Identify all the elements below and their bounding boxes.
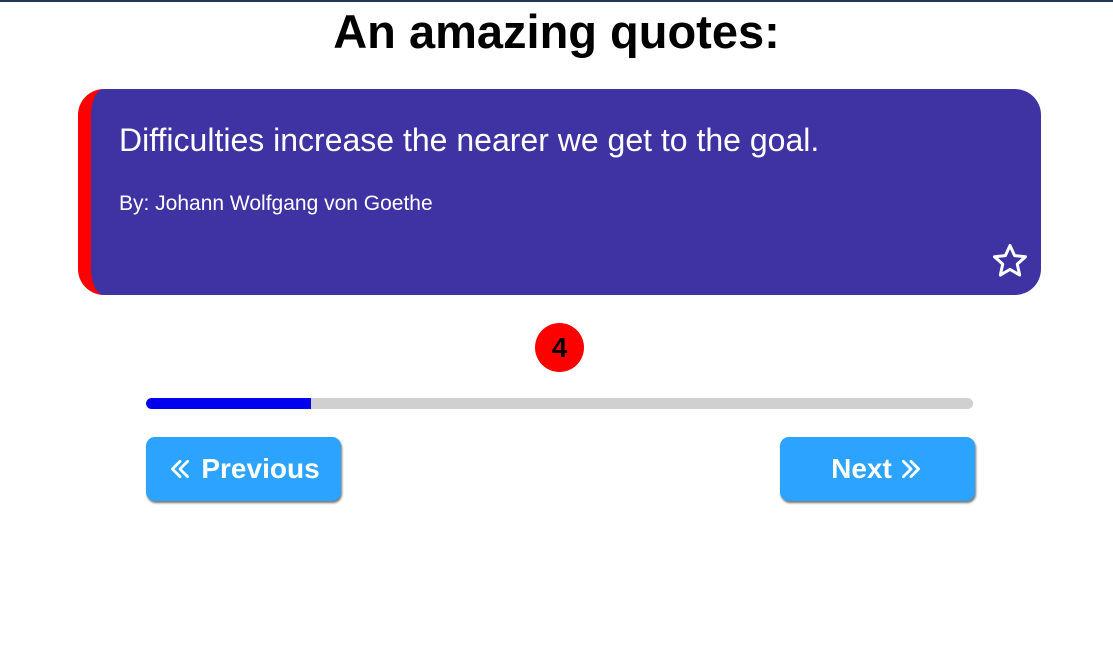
next-button-label: Next [831,453,892,484]
page-title: An amazing quotes: [333,5,780,58]
quote-text: Difficulties increase the nearer we get … [119,122,820,158]
progress-fill [146,398,312,409]
star-outline-icon [992,243,1028,277]
favorite-button[interactable] [991,242,1029,280]
double-chevron-right-icon [901,460,920,478]
quote-author: By: Johann Wolfgang von Goethe [119,192,433,215]
quote-card: Difficulties increase the nearer we get … [78,89,1041,295]
progress-bar [146,398,973,409]
previous-button-label: Previous [201,453,320,484]
top-border [0,0,1113,2]
previous-button[interactable]: Previous [146,437,341,501]
next-button[interactable]: Next [780,437,975,501]
double-chevron-left-icon [171,460,190,478]
quote-counter-badge: 4 [535,323,584,372]
